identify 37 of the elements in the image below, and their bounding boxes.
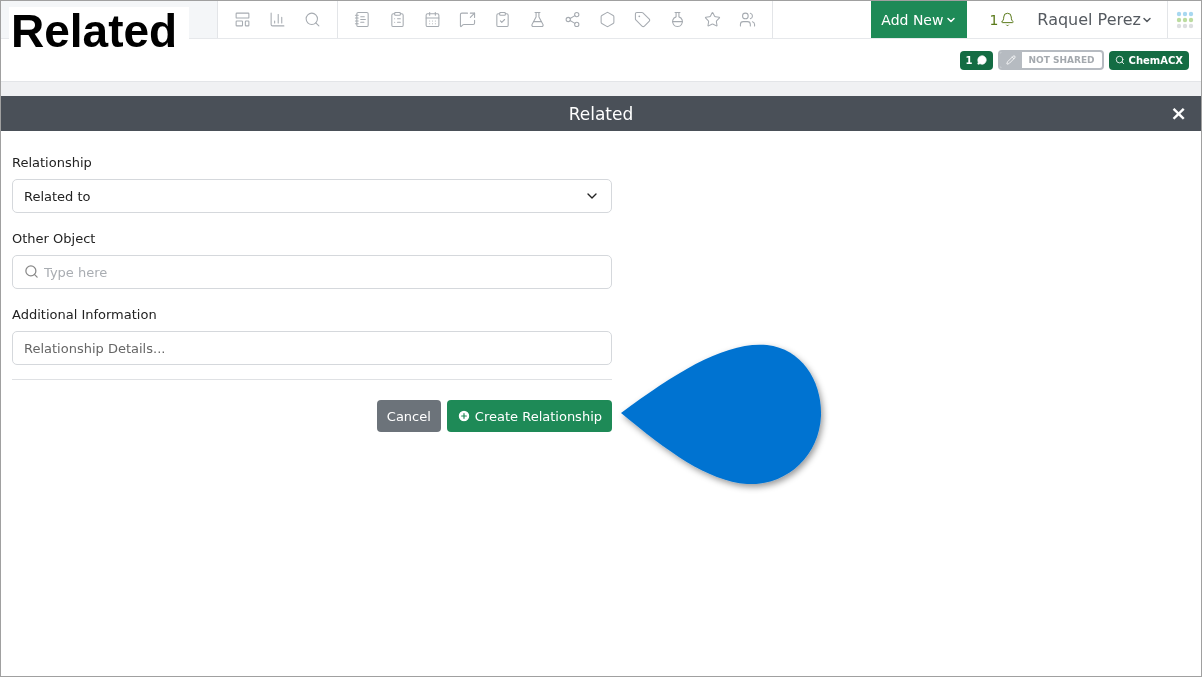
chemacx-search-button[interactable]: ChemACX (1108, 50, 1189, 70)
users-icon[interactable] (739, 11, 756, 28)
search-icon (1114, 55, 1125, 65)
plus-circle-icon (456, 409, 471, 423)
beaker-icon[interactable] (669, 11, 686, 28)
bell-icon (1000, 12, 1016, 27)
checklist-icon[interactable] (494, 11, 511, 28)
relationship-select[interactable]: Related to (12, 179, 612, 213)
field-label: Additional Information (12, 307, 158, 322)
comments-badge[interactable]: 1 (959, 50, 993, 70)
close-button[interactable]: × (1170, 104, 1187, 122)
user-menu[interactable]: Raquel Perez (1031, 1, 1159, 38)
flask-icon[interactable] (529, 11, 546, 28)
field-label: Relationship (12, 155, 93, 170)
notebook-icon[interactable] (354, 11, 371, 28)
grid-dots-icon (1175, 10, 1194, 29)
dialog-title: Related (568, 103, 634, 124)
search-icon (24, 264, 39, 279)
calendar-icon[interactable] (424, 11, 441, 28)
speech-bubble-icon (976, 55, 987, 65)
cancel-button[interactable]: Cancel (376, 400, 441, 432)
clipboard-icon[interactable] (389, 11, 406, 28)
star-icon[interactable] (704, 11, 721, 28)
tag-icon[interactable] (634, 11, 651, 28)
message-icon[interactable] (459, 11, 476, 28)
search-icon[interactable] (304, 11, 321, 28)
search-field[interactable]: Type here (12, 255, 612, 289)
notifications-button[interactable]: 1 (983, 1, 1022, 38)
layout-icon[interactable] (234, 11, 251, 28)
network-icon[interactable] (564, 11, 581, 28)
pencil-icon (1005, 55, 1016, 65)
input-field[interactable]: Relationship Details... (12, 331, 612, 365)
create-button[interactable]: Create Relationship (446, 400, 612, 432)
hexagon-icon[interactable] (599, 11, 616, 28)
bar-chart-icon[interactable] (269, 11, 286, 28)
field-label: Other Object (12, 231, 97, 246)
add-new-button[interactable]: Add New (871, 1, 968, 38)
